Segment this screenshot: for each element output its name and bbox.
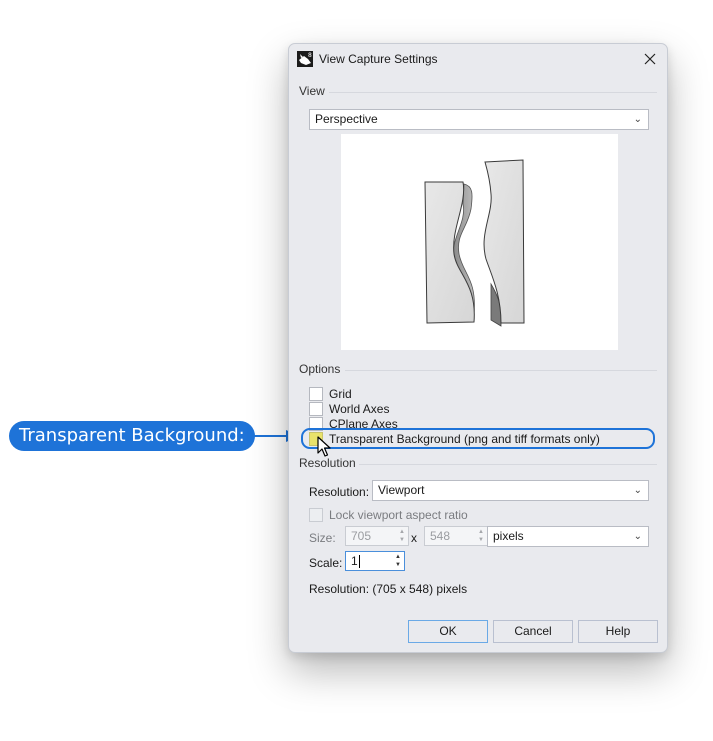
view-capture-settings-dialog: 8 View Capture Settings View Perspective…: [288, 43, 668, 653]
grid-checkbox-row[interactable]: Grid: [309, 386, 352, 401]
scale-spinner[interactable]: 1 ▲ ▼: [345, 551, 405, 571]
resolution-select-value: Viewport: [378, 483, 425, 497]
resolution-group-divider: [359, 464, 657, 465]
cancel-button[interactable]: Cancel: [493, 620, 573, 643]
view-select[interactable]: Perspective ⌄: [309, 109, 649, 130]
scale-value[interactable]: 1: [351, 554, 358, 568]
rhino-app-icon: 8: [297, 51, 313, 67]
resolution-label: Resolution:: [309, 485, 370, 499]
viewport-preview: [341, 134, 618, 350]
lock-aspect-label: Lock viewport aspect ratio: [329, 507, 468, 522]
ok-button[interactable]: OK: [408, 620, 488, 643]
chevron-down-icon: ⌄: [633, 114, 642, 125]
size-x-label: x: [411, 531, 417, 545]
options-group-label: Options: [299, 362, 341, 376]
scale-label: Scale:: [309, 556, 343, 570]
view-group-divider: [329, 92, 657, 93]
chevron-down-icon: ⌄: [633, 531, 642, 542]
resolution-select[interactable]: Viewport ⌄: [372, 480, 649, 501]
resolution-summary: Resolution: (705 x 548) pixels: [309, 582, 468, 596]
title-bar: 8 View Capture Settings: [289, 44, 667, 74]
mouse-pointer-icon: [317, 436, 331, 457]
grid-label: Grid: [329, 386, 352, 401]
view-select-value: Perspective: [315, 112, 378, 126]
view-group-label: View: [299, 84, 325, 98]
world-axes-checkbox[interactable]: [309, 401, 323, 416]
chevron-down-icon: ⌄: [633, 485, 642, 496]
annotation-arrow-line: [241, 435, 287, 437]
width-value: 705: [351, 529, 372, 543]
width-spin-arrows[interactable]: ▲ ▼: [397, 528, 407, 544]
annotation-callout: Transparent Background:: [9, 421, 255, 451]
text-caret: [358, 555, 360, 569]
grid-checkbox[interactable]: [309, 386, 323, 401]
height-spin-arrows[interactable]: ▲ ▼: [476, 528, 486, 544]
scale-spin-arrows[interactable]: ▲ ▼: [393, 553, 403, 569]
height-value: 548: [430, 529, 451, 543]
units-select-value: pixels: [493, 529, 524, 543]
svg-text:8: 8: [308, 52, 312, 59]
dialog-title: View Capture Settings: [319, 52, 438, 66]
help-button[interactable]: Help: [578, 620, 658, 643]
close-button[interactable]: [639, 48, 661, 70]
resolution-group-label: Resolution: [299, 456, 356, 470]
preview-model-image: [424, 159, 525, 327]
transparent-background-checkbox-row[interactable]: Transparent Background (png and tiff for…: [309, 431, 600, 446]
world-axes-checkbox-row[interactable]: World Axes: [309, 401, 389, 416]
world-axes-label: World Axes: [329, 401, 390, 416]
options-group-divider: [345, 370, 657, 371]
transparent-background-label: Transparent Background (png and tiff for…: [329, 431, 600, 446]
size-label: Size:: [309, 531, 336, 545]
close-icon: [644, 53, 656, 65]
height-spinner[interactable]: 548 ▲ ▼: [424, 526, 488, 546]
lock-aspect-checkbox[interactable]: [309, 507, 323, 522]
lock-aspect-checkbox-row[interactable]: Lock viewport aspect ratio: [309, 507, 468, 522]
width-spinner[interactable]: 705 ▲ ▼: [345, 526, 409, 546]
units-select[interactable]: pixels ⌄: [487, 526, 649, 547]
